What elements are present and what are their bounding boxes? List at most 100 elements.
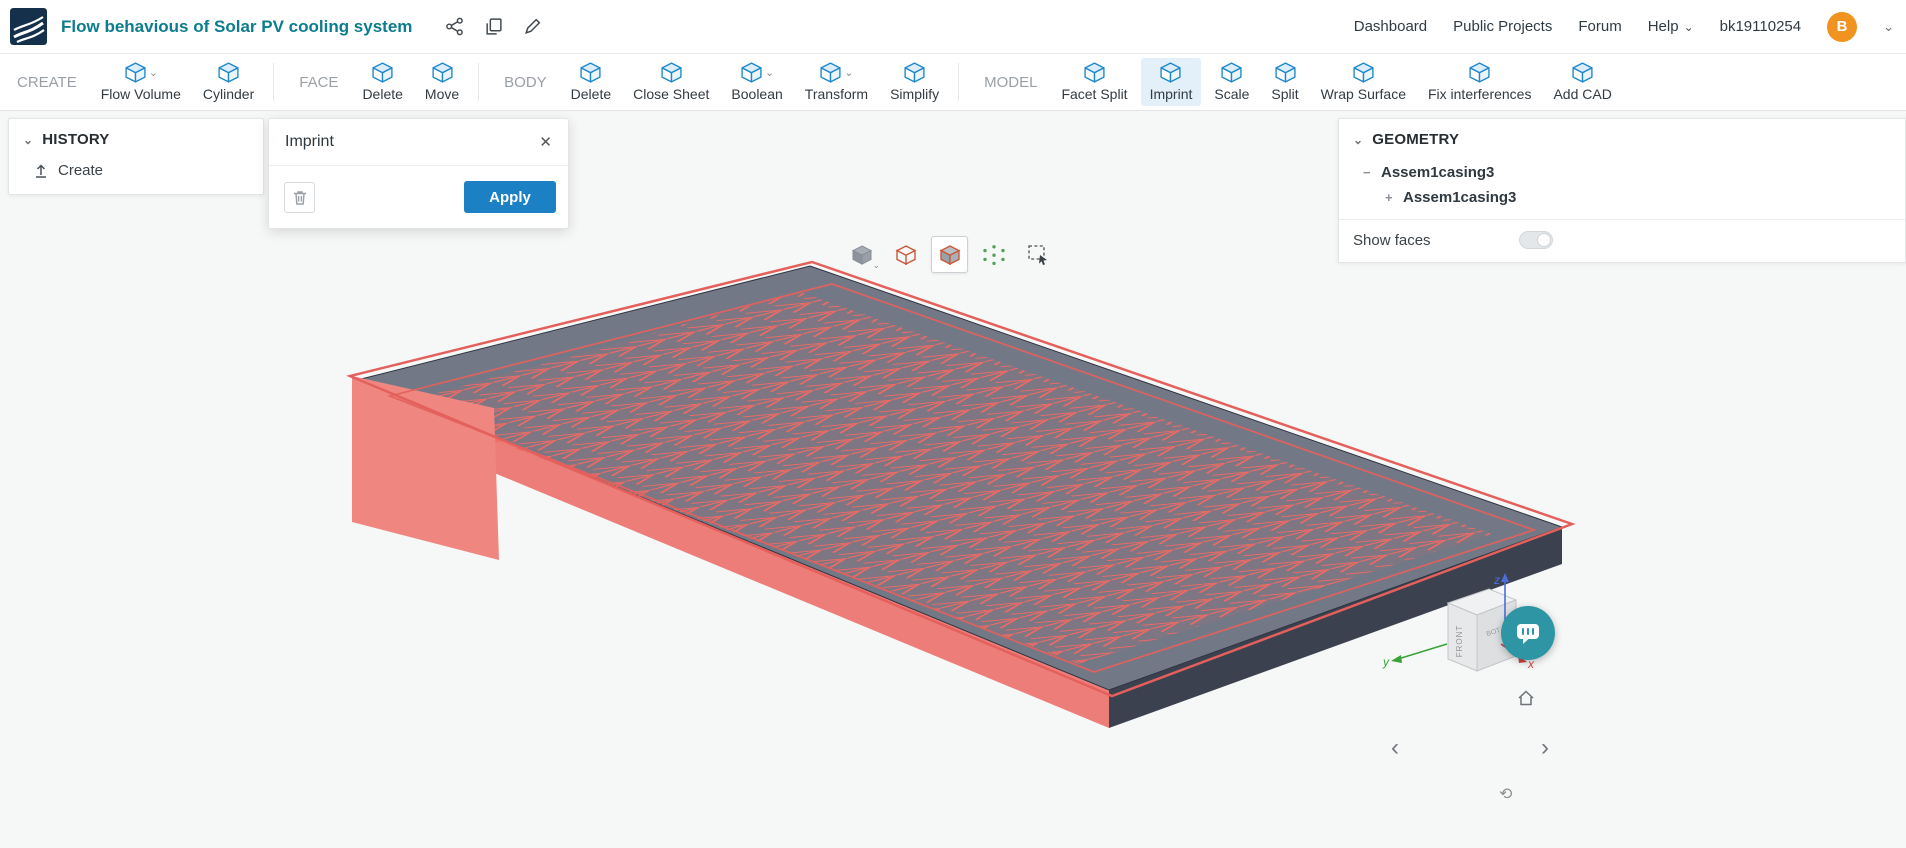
cube-icon bbox=[1220, 62, 1243, 83]
geometry-tree-label: Assem1casing3 bbox=[1403, 189, 1517, 206]
cube-icon bbox=[1083, 62, 1106, 83]
imprint-icon bbox=[1159, 62, 1182, 83]
shaded-wireframe-view-button[interactable] bbox=[931, 236, 968, 273]
cube-icon bbox=[903, 62, 926, 83]
toolbar-item-face-move[interactable]: Move bbox=[416, 58, 468, 106]
toolbar-item-flow-volume[interactable]: ⌄ Flow Volume bbox=[92, 58, 190, 106]
toolbar-item-scale[interactable]: Scale bbox=[1205, 58, 1258, 106]
history-item-create[interactable]: Create bbox=[9, 160, 263, 194]
toolbar-group-create: CREATE ⌄ Flow Volume Cylinder bbox=[0, 54, 265, 110]
rotate-right-chevron[interactable]: › bbox=[1541, 734, 1549, 762]
cube-icon bbox=[1274, 62, 1297, 83]
toolbar-divider bbox=[958, 63, 960, 101]
delete-selection-button[interactable] bbox=[284, 181, 315, 213]
toolbar-divider bbox=[273, 63, 275, 101]
cylinder-icon bbox=[217, 62, 240, 83]
chevron-down-icon: ⌄ bbox=[844, 67, 854, 79]
history-title: HISTORY bbox=[42, 131, 110, 148]
nav-help[interactable]: Help ⌄ bbox=[1648, 18, 1694, 35]
toolbar-item-facet-split[interactable]: Facet Split bbox=[1052, 58, 1136, 106]
share-icon[interactable] bbox=[444, 17, 464, 37]
wireframe-view-button[interactable] bbox=[887, 236, 924, 273]
toggle-knob bbox=[1537, 233, 1551, 247]
header-nav: Dashboard Public Projects Forum Help ⌄ b… bbox=[1354, 11, 1906, 42]
chevron-down-icon: ⌄ bbox=[148, 67, 158, 79]
shaded-wireframe-cube-icon bbox=[938, 244, 961, 265]
group-label-body: BODY bbox=[504, 73, 547, 91]
geometry-title: GEOMETRY bbox=[1372, 131, 1460, 148]
header-left: Flow behavious of Solar PV cooling syste… bbox=[0, 8, 542, 45]
simscale-logo bbox=[10, 8, 47, 45]
toolbar-item-close-sheet[interactable]: Close Sheet bbox=[624, 58, 718, 106]
toolbar-item-body-delete[interactable]: Delete bbox=[562, 58, 620, 106]
view-cube-front-label: FRONT bbox=[1455, 625, 1464, 658]
geometry-tree-item[interactable]: + Assem1casing3 bbox=[1339, 185, 1905, 210]
toolbar-group-face: FACE Delete Move bbox=[282, 54, 470, 110]
dialog-header: Imprint ✕ bbox=[269, 119, 568, 166]
account-chevron-down-icon[interactable]: ⌄ bbox=[1883, 19, 1894, 35]
nav-public-projects[interactable]: Public Projects bbox=[1453, 18, 1552, 35]
toolbar-item-split[interactable]: Split bbox=[1262, 58, 1307, 106]
collapse-icon[interactable]: − bbox=[1363, 165, 1373, 180]
home-view-icon[interactable] bbox=[1516, 688, 1536, 708]
vertices-cube-icon bbox=[982, 244, 1005, 265]
chat-button[interactable] bbox=[1501, 606, 1555, 660]
geometry-tree-item[interactable]: − Assem1casing3 bbox=[1339, 160, 1905, 185]
cube-icon bbox=[371, 62, 394, 83]
show-faces-row: Show faces bbox=[1339, 220, 1567, 262]
apply-button[interactable]: Apply bbox=[464, 181, 556, 213]
close-icon[interactable]: ✕ bbox=[539, 133, 552, 151]
box-select-icon bbox=[1027, 245, 1047, 265]
vertices-view-button[interactable] bbox=[975, 236, 1012, 273]
toolbar-item-wrap-surface[interactable]: Wrap Surface bbox=[1312, 58, 1415, 106]
nav-dashboard[interactable]: Dashboard bbox=[1354, 18, 1427, 35]
box-select-button[interactable] bbox=[1019, 236, 1056, 273]
username[interactable]: bk19110254 bbox=[1720, 18, 1801, 35]
nav-forum[interactable]: Forum bbox=[1578, 18, 1621, 35]
z-axis-label: z bbox=[1493, 573, 1500, 587]
chevron-down-icon[interactable]: ⌄ bbox=[1353, 133, 1363, 147]
project-title: Flow behavious of Solar PV cooling syste… bbox=[61, 16, 413, 36]
trash-icon bbox=[293, 190, 306, 205]
toolbar-item-boolean[interactable]: ⌄ Boolean bbox=[722, 58, 791, 106]
expand-icon[interactable]: + bbox=[1385, 190, 1395, 205]
copy-icon[interactable] bbox=[483, 17, 503, 37]
toolbar-item-transform[interactable]: ⌄ Transform bbox=[796, 58, 877, 106]
dialog-title: Imprint bbox=[285, 133, 334, 150]
toolbar-divider bbox=[478, 63, 480, 101]
rotate-left-chevron[interactable]: ‹ bbox=[1391, 734, 1399, 762]
avatar[interactable]: B bbox=[1827, 11, 1858, 42]
view-mode-toolbar: ⌄ bbox=[843, 236, 1056, 273]
dialog-body: Apply bbox=[269, 166, 568, 228]
toolbar-item-imprint[interactable]: Imprint bbox=[1140, 58, 1202, 106]
y-axis-label: y bbox=[1382, 655, 1390, 669]
group-label-model: MODEL bbox=[984, 73, 1038, 91]
toolbar-group-body: BODY Delete Close Sheet ⌄ Boolean ⌄ Tran… bbox=[487, 54, 950, 110]
toolbar-item-simplify[interactable]: Simplify bbox=[881, 58, 948, 106]
top-bar: Flow behavious of Solar PV cooling syste… bbox=[0, 0, 1906, 54]
upload-icon bbox=[36, 163, 46, 178]
transform-icon bbox=[819, 62, 842, 83]
pencil-icon[interactable] bbox=[522, 17, 542, 37]
show-faces-toggle[interactable] bbox=[1519, 231, 1553, 249]
cad-toolbar: CREATE ⌄ Flow Volume Cylinder FACE Delet… bbox=[0, 54, 1906, 111]
toolbar-item-fix-interferences[interactable]: Fix interferences bbox=[1419, 58, 1540, 106]
chevron-down-icon: ⌄ bbox=[764, 67, 775, 79]
cube-icon bbox=[740, 62, 763, 83]
cube-icon bbox=[431, 62, 454, 83]
chevron-down-icon: ⌄ bbox=[872, 260, 880, 270]
group-label-create: CREATE bbox=[17, 73, 77, 91]
rotate-view-icon[interactable]: ⟲ bbox=[1499, 784, 1512, 804]
toolbar-item-cylinder[interactable]: Cylinder bbox=[194, 58, 263, 106]
fix-interferences-icon bbox=[1468, 62, 1491, 83]
chevron-down-icon[interactable]: ⌄ bbox=[23, 133, 33, 147]
cube-icon bbox=[579, 62, 602, 83]
history-item-label: Create bbox=[58, 162, 104, 179]
history-panel: ⌄ HISTORY Create bbox=[8, 118, 264, 195]
shaded-view-button[interactable]: ⌄ bbox=[843, 236, 880, 273]
cube-icon bbox=[660, 62, 683, 83]
toolbar-item-face-delete[interactable]: Delete bbox=[353, 58, 411, 106]
show-faces-label: Show faces bbox=[1353, 231, 1431, 249]
toolbar-item-add-cad[interactable]: Add CAD bbox=[1544, 58, 1620, 106]
project-actions bbox=[444, 17, 542, 37]
